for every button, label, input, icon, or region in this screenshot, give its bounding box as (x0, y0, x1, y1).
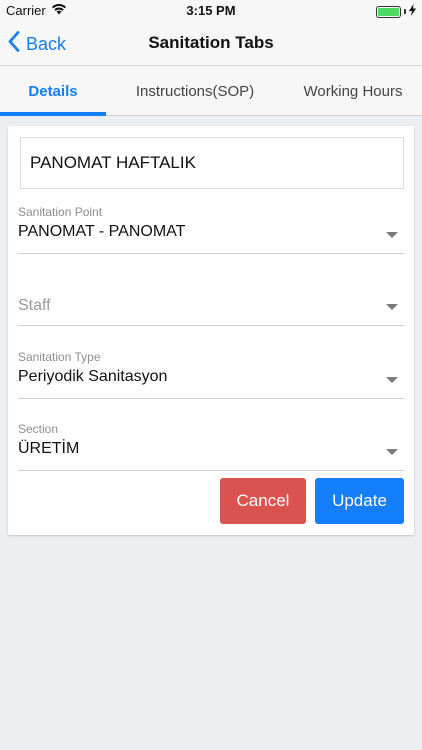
field-value: Periyodik Sanitasyon (18, 368, 168, 385)
battery-tip (404, 9, 406, 14)
page-title: Sanitation Tabs (148, 33, 274, 52)
active-tab-indicator (0, 112, 106, 116)
field-underline (18, 398, 404, 399)
tab-bar: Details Instructions(SOP) Working Hours (0, 66, 422, 116)
field-label: Section (18, 422, 59, 436)
field-underline (18, 253, 404, 254)
field-underline (18, 325, 404, 326)
sanitation-type-select[interactable]: Sanitation Type Periyodik Sanitasyon (18, 350, 404, 399)
chevron-down-icon (386, 449, 398, 455)
tab-label: Details (28, 82, 78, 100)
status-time: 3:15 PM (186, 3, 236, 18)
field-label: Sanitation Type (18, 350, 101, 364)
chevron-down-icon (386, 377, 398, 383)
battery-icon (376, 5, 401, 18)
staff-select[interactable]: Staff (18, 278, 404, 326)
field-label: Sanitation Point (18, 205, 103, 219)
details-card: PANOMAT HAFTALIK Sanitation Point PANOMA… (8, 126, 414, 535)
name-input[interactable]: PANOMAT HAFTALIK (20, 137, 404, 189)
status-right (376, 4, 416, 19)
name-value: PANOMAT HAFTALIK (30, 153, 196, 172)
cancel-button[interactable]: Cancel (220, 478, 306, 524)
tab-label: Working Hours (303, 82, 403, 100)
tab-working-hours[interactable]: Working Hours (284, 66, 422, 116)
status-bar: Carrier 3:15 PM (0, 0, 422, 22)
tab-details[interactable]: Details (0, 66, 106, 116)
chevron-down-icon (386, 232, 398, 238)
field-value: PANOMAT - PANOMAT (18, 223, 186, 240)
field-placeholder: Staff (18, 297, 51, 314)
update-button[interactable]: Update (315, 478, 404, 524)
battery-fill (378, 7, 399, 16)
field-underline (18, 470, 404, 471)
field-value: ÜRETİM (18, 440, 80, 457)
nav-bar: Back Sanitation Tabs (0, 22, 422, 66)
tab-label: Instructions(SOP) (135, 82, 255, 100)
section-select[interactable]: Section ÜRETİM (18, 422, 404, 471)
tab-instructions[interactable]: Instructions(SOP) (106, 66, 284, 116)
sanitation-point-select[interactable]: Sanitation Point PANOMAT - PANOMAT (18, 205, 404, 254)
chevron-down-icon (386, 304, 398, 310)
bolt-icon (409, 4, 416, 19)
